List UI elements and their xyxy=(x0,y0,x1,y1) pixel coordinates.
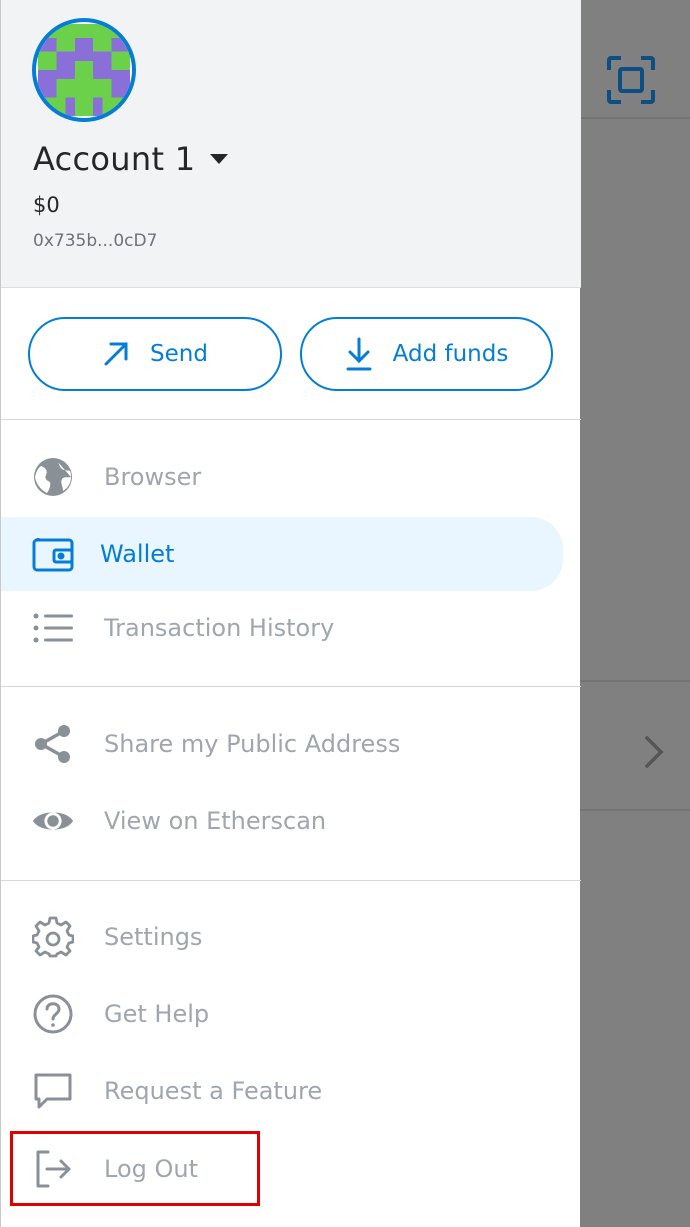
globe-icon xyxy=(32,456,74,498)
divider xyxy=(1,880,581,881)
account-address[interactable]: 0x735b...0cD7 xyxy=(33,231,157,251)
identicon-icon xyxy=(38,24,130,116)
menu-label-wallet: Wallet xyxy=(100,540,175,568)
background-divider xyxy=(580,809,690,811)
menu-item-transaction-history[interactable]: Transaction History xyxy=(1,598,563,658)
menu-label-view-etherscan: View on Etherscan xyxy=(104,807,327,835)
add-funds-button[interactable]: Add funds xyxy=(300,317,553,391)
background-divider xyxy=(580,680,690,682)
navigation-drawer: Account 1 $0 0x735b...0cD7 Send Add fund… xyxy=(0,0,581,1227)
share-icon xyxy=(32,723,74,765)
account-selector[interactable]: Account 1 xyxy=(33,140,229,178)
send-arrow-icon xyxy=(104,342,128,366)
gear-icon xyxy=(32,916,74,958)
background-divider xyxy=(580,117,690,119)
menu-label-settings: Settings xyxy=(104,923,203,951)
menu-label-browser: Browser xyxy=(104,463,202,491)
chat-bubble-icon xyxy=(32,1070,74,1112)
menu-item-get-help[interactable]: Get Help xyxy=(1,984,563,1044)
send-label: Send xyxy=(150,341,208,367)
menu-item-share-address[interactable]: Share my Public Address xyxy=(1,714,563,774)
account-name: Account 1 xyxy=(33,140,196,178)
caret-down-icon xyxy=(210,154,229,164)
menu-label-transaction-history: Transaction History xyxy=(104,614,335,642)
menu-item-browser[interactable]: Browser xyxy=(1,447,563,507)
list-icon xyxy=(32,607,74,649)
account-balance: $0 xyxy=(33,193,60,217)
help-icon xyxy=(32,993,74,1035)
log-out-highlight-box xyxy=(10,1131,260,1206)
eye-icon xyxy=(32,800,74,842)
account-header: Account 1 $0 0x735b...0cD7 xyxy=(1,0,581,288)
wallet-icon xyxy=(32,533,74,575)
divider xyxy=(1,686,581,687)
avatar[interactable] xyxy=(32,18,136,122)
menu-item-wallet[interactable]: Wallet xyxy=(1,517,563,591)
menu-label-share-address: Share my Public Address xyxy=(104,730,401,758)
menu-item-request-feature[interactable]: Request a Feature xyxy=(1,1061,563,1121)
background-app xyxy=(580,0,690,1227)
divider xyxy=(1,419,581,420)
menu-label-get-help: Get Help xyxy=(104,1000,210,1028)
scan-icon[interactable] xyxy=(607,56,655,104)
download-icon xyxy=(346,337,372,371)
menu-item-view-etherscan[interactable]: View on Etherscan xyxy=(1,791,563,851)
menu-label-request-feature: Request a Feature xyxy=(104,1077,323,1105)
menu-item-settings[interactable]: Settings xyxy=(1,907,563,967)
add-funds-label: Add funds xyxy=(392,341,509,367)
chevron-right-icon[interactable] xyxy=(640,734,668,770)
send-button[interactable]: Send xyxy=(28,317,282,391)
